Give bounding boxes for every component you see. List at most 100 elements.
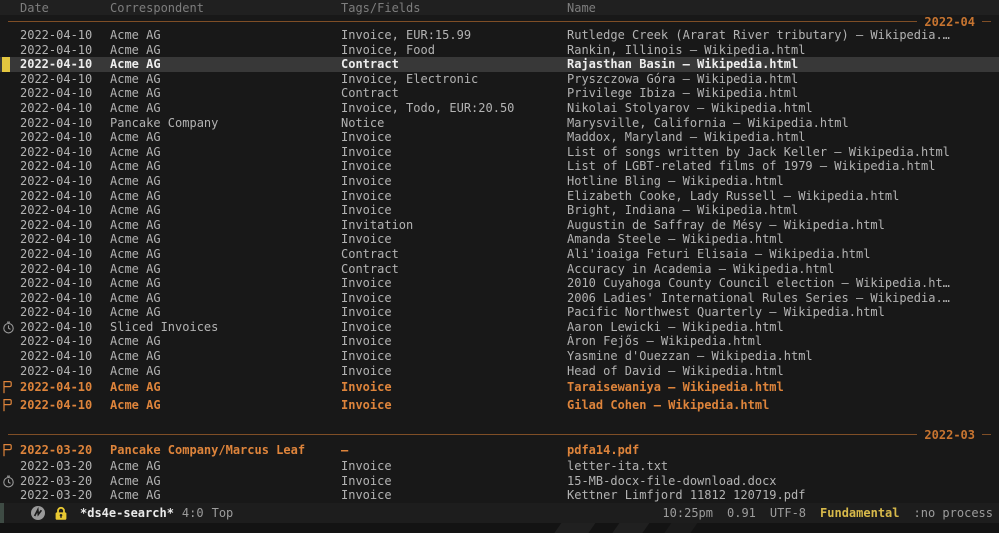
doc-tags: Invoice, EUR:15.99	[341, 28, 567, 43]
flag-icon	[2, 398, 13, 412]
doc-name: Rutledge Creek (Ararat River tributary) …	[567, 28, 999, 43]
doc-name: Rankin, Illinois – Wikipedia.html	[567, 43, 999, 58]
doc-name: letter-ita.txt	[567, 459, 999, 474]
doc-correspondent: Acme AG	[110, 262, 341, 277]
doc-name: List of songs written by Jack Keller – W…	[567, 145, 999, 160]
doc-correspondent: Acme AG	[110, 364, 341, 379]
buffer-emblem-icon	[30, 505, 46, 521]
document-row[interactable]: 2022-04-10 Acme AG Invoice Elizabeth Coo…	[0, 189, 999, 204]
row-gutter	[0, 28, 20, 43]
emacs-frame: Date Correspondent Tags/Fields Name 2022…	[0, 0, 999, 533]
document-row[interactable]: 2022-04-10 Acme AG Invoice List of LGBT-…	[0, 159, 999, 174]
process-indicator: :no process	[914, 506, 993, 520]
echo-area	[0, 523, 999, 533]
document-row[interactable]: 2022-04-10 Acme AG Invoice, Electronic P…	[0, 72, 999, 87]
row-gutter	[0, 441, 20, 459]
document-row[interactable]: 2022-04-10 Acme AG Invoice, EUR:15.99 Ru…	[0, 28, 999, 43]
document-row[interactable]: 2022-04-10 Acme AG Invoice 2006 Ladies' …	[0, 291, 999, 306]
row-gutter	[0, 276, 20, 291]
row-gutter	[0, 72, 20, 87]
document-row[interactable]: 2022-04-10 Sliced Invoices Invoice Aaron…	[0, 320, 999, 335]
document-list[interactable]: 2022-04 2022-04-10 Acme AG Invoice, EUR:…	[0, 15, 999, 503]
doc-date: 2022-04-10	[20, 57, 110, 72]
doc-date: 2022-04-10	[20, 189, 110, 204]
doc-name: Marysville, California – Wikipedia.html	[567, 116, 999, 131]
doc-name: Accuracy in Academia – Wikipedia.html	[567, 262, 999, 277]
document-row[interactable]: 2022-04-10 Acme AG Invoice, Food Rankin,…	[0, 43, 999, 58]
doc-tags: Invoice	[341, 232, 567, 247]
row-gutter	[0, 320, 20, 335]
buffer-name[interactable]: *ds4e-search*	[80, 506, 174, 520]
document-row[interactable]: 2022-04-10 Acme AG Invoice Amanda Steele…	[0, 232, 999, 247]
document-row[interactable]: 2022-03-20 Acme AG Invoice Kettner Limfj…	[0, 488, 999, 503]
document-row[interactable]: 2022-04-10 Acme AG Invoice Pacific North…	[0, 305, 999, 320]
document-row[interactable]: 2022-04-10 Acme AG Invoice Hotline Bling…	[0, 174, 999, 189]
doc-name: Pryszczowa Góra – Wikipedia.html	[567, 72, 999, 87]
document-row[interactable]: 2022-04-10 Acme AG Invitation Augustin d…	[0, 218, 999, 233]
doc-date: 2022-04-10	[20, 101, 110, 116]
doc-date: 2022-03-20	[20, 459, 110, 474]
doc-correspondent: Acme AG	[110, 349, 341, 364]
scroll-indicator: Top	[212, 506, 234, 520]
document-row[interactable]: 2022-04-10 Acme AG Contract Privilege Ib…	[0, 86, 999, 101]
header-date: Date	[20, 1, 110, 15]
clock-time: 10:25pm	[662, 506, 713, 520]
row-gutter	[0, 218, 20, 233]
document-row[interactable]: 2022-04-10 Acme AG Invoice 2010 Cuyahoga…	[0, 276, 999, 291]
doc-correspondent: Acme AG	[110, 189, 341, 204]
document-row[interactable]: 2022-04-10 Acme AG Invoice Áron Fejős – …	[0, 334, 999, 349]
document-row[interactable]: 2022-04-10 Acme AG Invoice Taraisewaniya…	[0, 378, 999, 396]
lock-icon[interactable]	[54, 506, 68, 521]
doc-date: 2022-04-10	[20, 380, 110, 395]
doc-correspondent: Acme AG	[110, 159, 341, 174]
doc-correspondent: Acme AG	[110, 276, 341, 291]
doc-name: Aaron Lewicki – Wikipedia.html	[567, 320, 999, 335]
flag-icon	[2, 443, 13, 457]
doc-date: 2022-04-10	[20, 349, 110, 364]
row-gutter	[0, 232, 20, 247]
month-separator: 2022-04	[0, 15, 999, 28]
doc-tags: Contract	[341, 247, 567, 262]
header-correspondent: Correspondent	[110, 1, 341, 15]
document-row[interactable]: 2022-04-10 Acme AG Invoice Maddox, Maryl…	[0, 130, 999, 145]
row-gutter	[0, 116, 20, 131]
doc-name: Áron Fejős – Wikipedia.html	[567, 334, 999, 349]
document-row[interactable]: 2022-03-20 Acme AG Invoice 15-MB-docx-fi…	[0, 474, 999, 489]
doc-tags: Invoice	[341, 159, 567, 174]
document-row[interactable]: 2022-04-10 Acme AG Invoice, Todo, EUR:20…	[0, 101, 999, 116]
row-gutter	[0, 396, 20, 414]
document-row[interactable]: 2022-03-20 Pancake Company/Marcus Leaf –…	[0, 441, 999, 459]
separator-month-label: 2022-04	[917, 15, 982, 29]
document-row[interactable]: 2022-04-10 Acme AG Invoice Bright, India…	[0, 203, 999, 218]
doc-tags: Invoice	[341, 364, 567, 379]
doc-correspondent: Acme AG	[110, 398, 341, 413]
document-row[interactable]: 2022-04-10 Acme AG Contract Accuracy in …	[0, 262, 999, 277]
document-row[interactable]: 2022-04-10 Acme AG Invoice Gilad Cohen –…	[0, 396, 999, 414]
row-gutter	[0, 159, 20, 174]
doc-tags: Contract	[341, 57, 567, 72]
major-mode[interactable]: Fundamental	[820, 506, 899, 520]
doc-name: 2010 Cuyahoga County Council election – …	[567, 276, 999, 291]
doc-name: List of LGBT-related films of 1979 – Wik…	[567, 159, 999, 174]
doc-tags: Invoice	[341, 130, 567, 145]
row-gutter	[0, 101, 20, 116]
document-row[interactable]: 2022-04-10 Pancake Company Notice Marysv…	[0, 116, 999, 131]
doc-name: Rajasthan Basin – Wikipedia.html	[567, 57, 999, 72]
row-gutter	[0, 459, 20, 474]
row-gutter	[0, 189, 20, 204]
row-gutter	[0, 488, 20, 503]
doc-tags: Contract	[341, 262, 567, 277]
document-row[interactable]: 2022-04-10 Acme AG Contract Rajasthan Ba…	[0, 57, 999, 72]
doc-name: Nikolai Stolyarov – Wikipedia.html	[567, 101, 999, 116]
document-row[interactable]: 2022-04-10 Acme AG Invoice Yasmine d'Oue…	[0, 349, 999, 364]
month-separator: 2022-03	[0, 428, 999, 441]
doc-correspondent: Acme AG	[110, 474, 341, 489]
doc-correspondent: Acme AG	[110, 86, 341, 101]
separator-end-dash	[982, 434, 991, 435]
doc-date: 2022-04-10	[20, 72, 110, 87]
separator-end-dash	[982, 21, 991, 22]
document-row[interactable]: 2022-04-10 Acme AG Invoice Head of David…	[0, 364, 999, 379]
document-row[interactable]: 2022-03-20 Acme AG Invoice letter-ita.tx…	[0, 459, 999, 474]
document-row[interactable]: 2022-04-10 Acme AG Contract Ali'ioaiga F…	[0, 247, 999, 262]
document-row[interactable]: 2022-04-10 Acme AG Invoice List of songs…	[0, 145, 999, 160]
